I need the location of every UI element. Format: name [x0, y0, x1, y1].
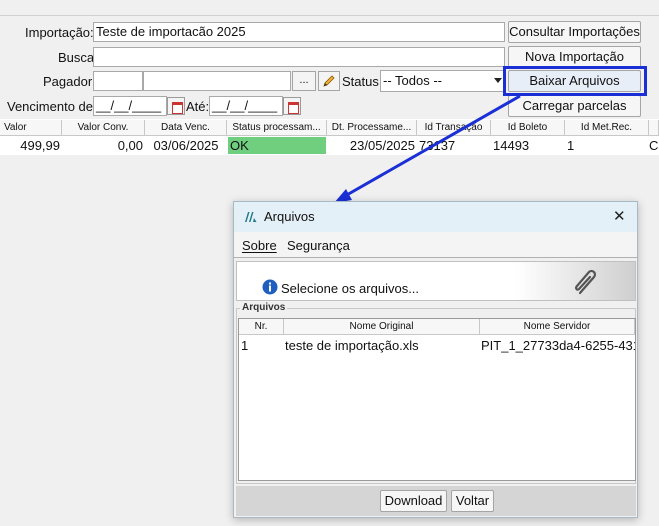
arquivos-group-label: Arquivos	[240, 302, 288, 313]
table-header-nome-original[interactable]: Nome Original	[284, 319, 480, 335]
dialog-footer: Download Voltar	[236, 486, 636, 516]
dialog-menu-bar: Sobre Segurança	[234, 232, 637, 258]
row-nome-servidor[interactable]: PIT_1_27733da4-6255-431...	[481, 337, 635, 354]
dialog-title-bar[interactable]: Arquivos ✕	[234, 202, 637, 232]
table-header-nome-servidor[interactable]: Nome Servidor	[480, 319, 635, 335]
menu-seguranca[interactable]: Segurança	[287, 238, 350, 253]
arquivos-dialog: Arquivos ✕ Sobre Segurança Selecione os …	[233, 201, 638, 518]
close-icon[interactable]: ✕	[613, 207, 626, 225]
voltar-button[interactable]: Voltar	[451, 490, 494, 512]
download-button[interactable]: Download	[380, 490, 447, 512]
table-header-nr[interactable]: Nr.	[239, 319, 284, 335]
row-nome-original[interactable]: teste de importação.xls	[285, 337, 479, 354]
arquivos-table: Nr. Nome Original Nome Servidor 1 teste …	[238, 318, 636, 481]
info-banner: Selecione os arquivos...	[236, 261, 636, 301]
info-icon	[262, 279, 278, 295]
info-text: Selecione os arquivos...	[281, 281, 420, 296]
dialog-title: Arquivos	[264, 209, 315, 224]
row-nr[interactable]: 1	[241, 337, 281, 354]
paperclip-icon[interactable]	[571, 267, 601, 297]
menu-sobre[interactable]: Sobre	[242, 238, 277, 253]
app-logo-icon	[245, 212, 257, 222]
